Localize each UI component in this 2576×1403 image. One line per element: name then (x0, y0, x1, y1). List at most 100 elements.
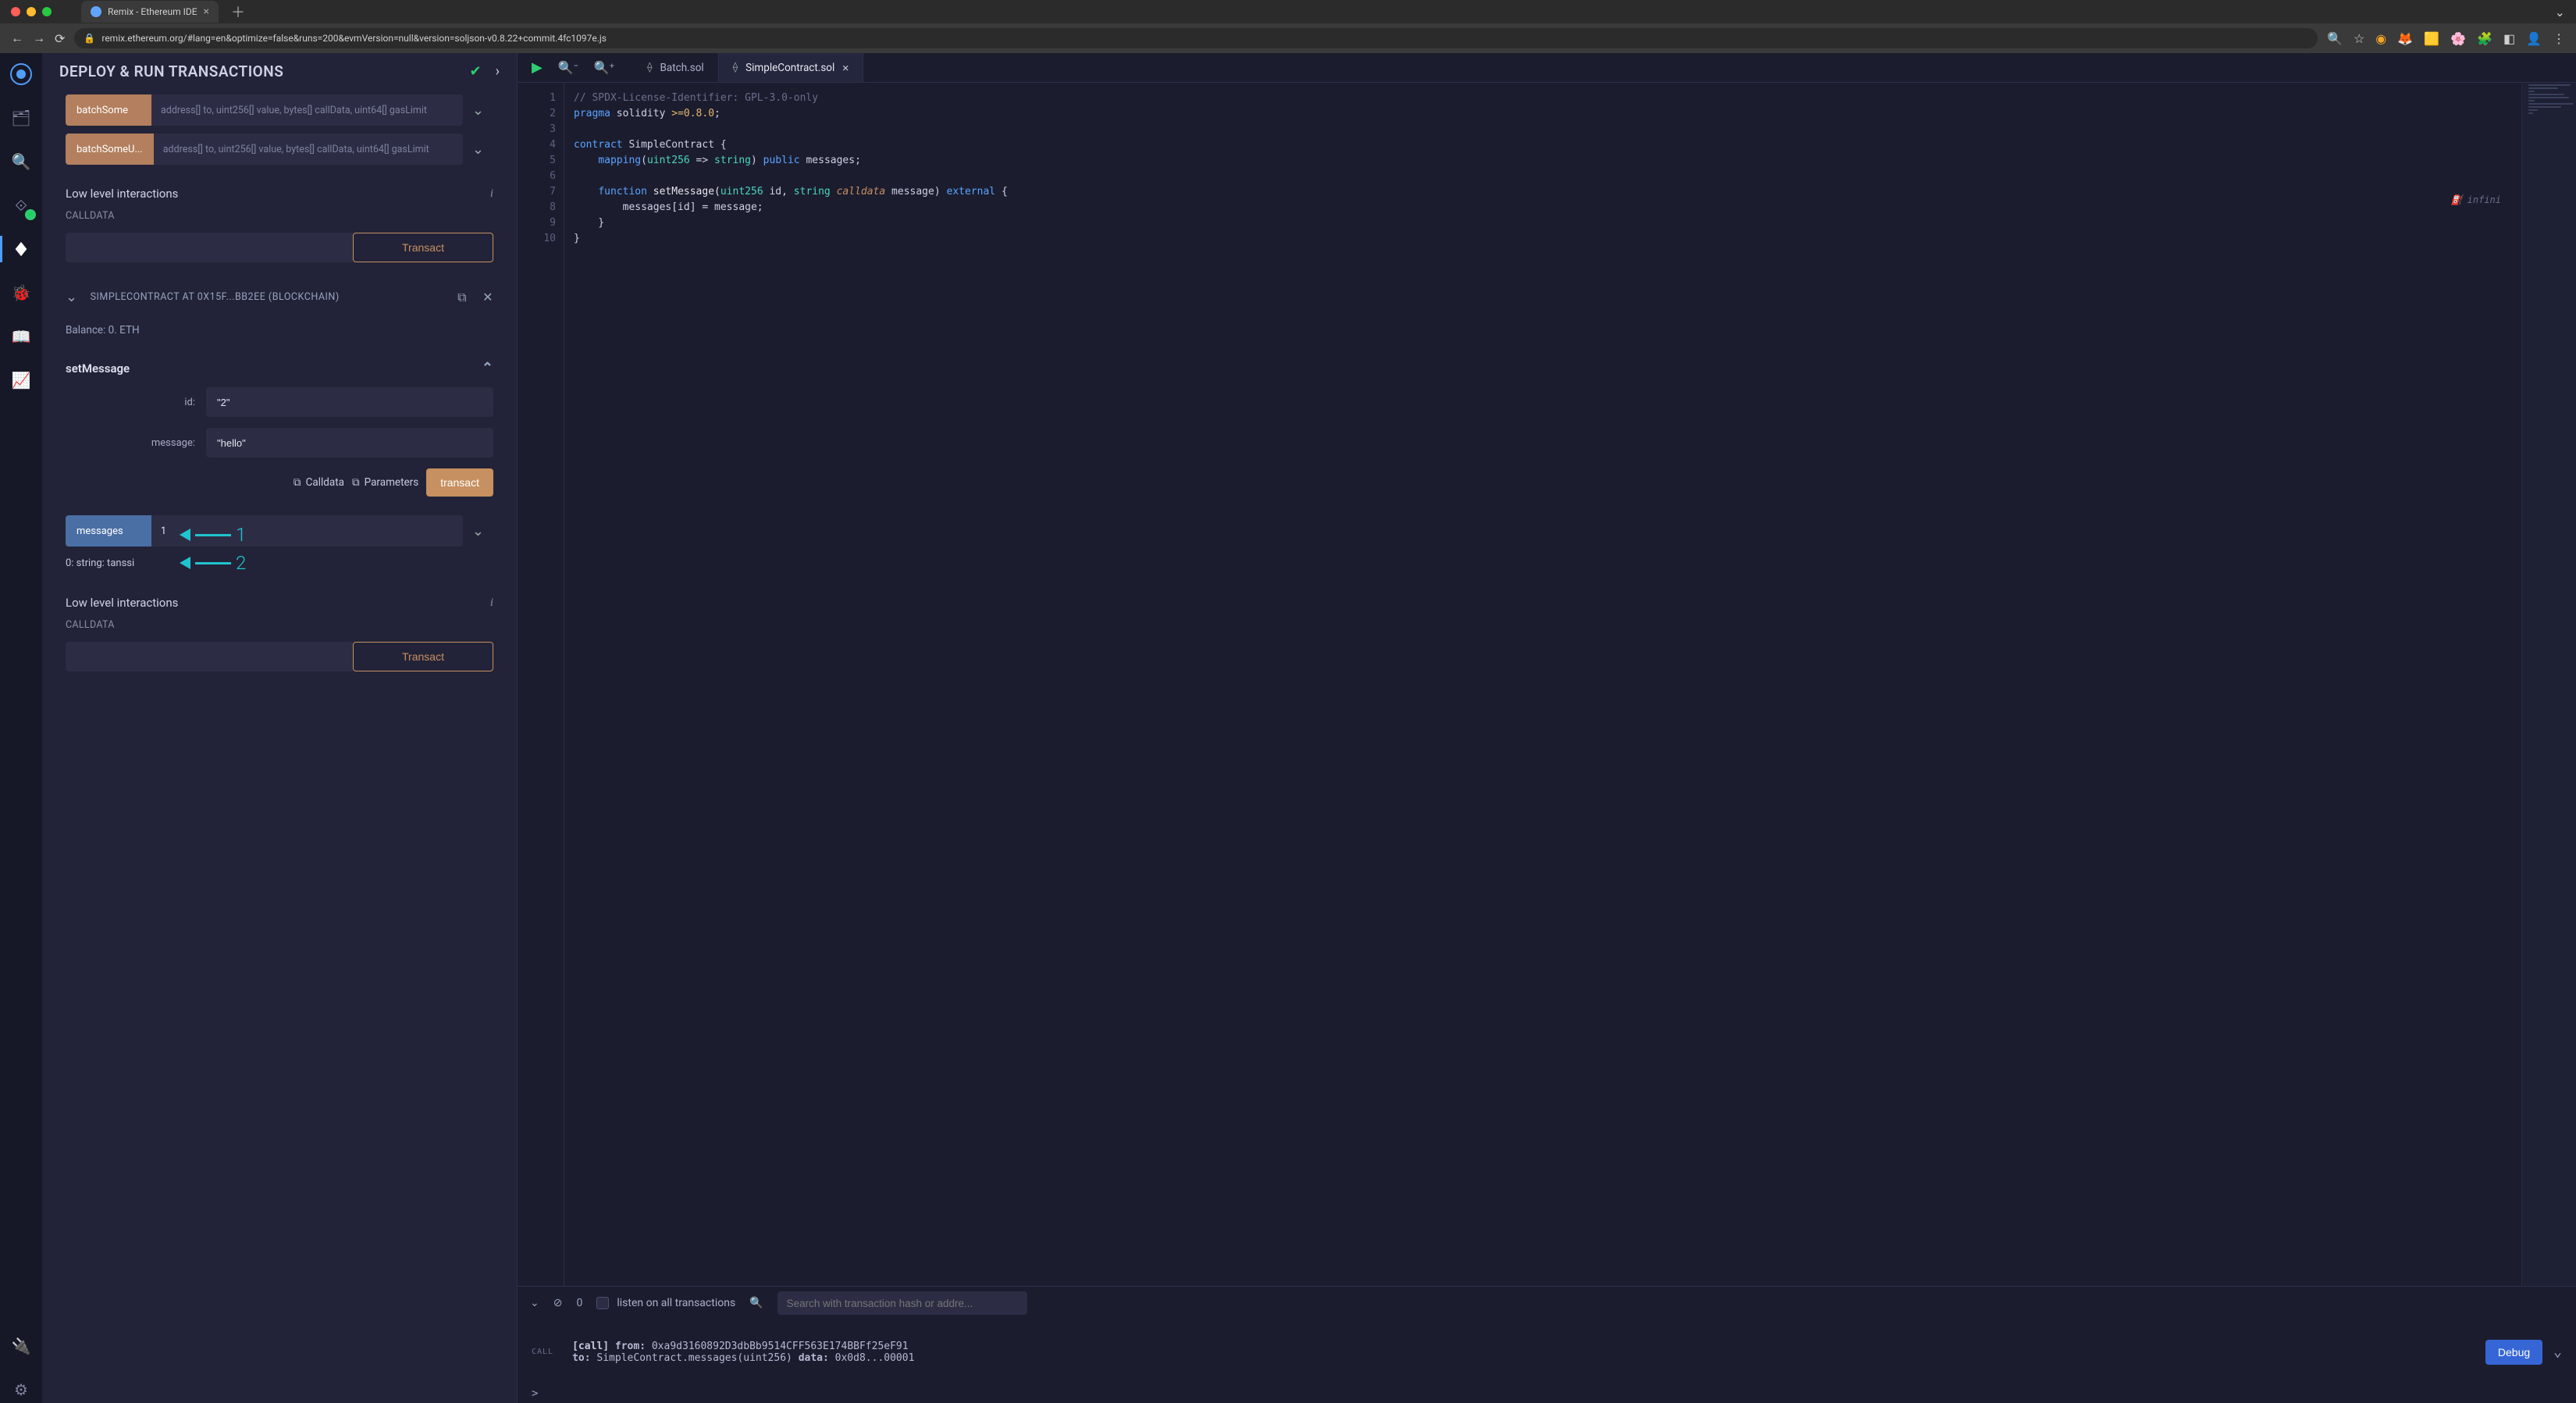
code-tok: >=0.8.0 (671, 108, 714, 119)
minimap[interactable] (2521, 83, 2576, 1286)
panel-check-icon[interactable]: ✔ (470, 63, 482, 80)
fn-messages-button[interactable]: messages (66, 515, 151, 547)
fn-batchsomeu-button[interactable]: batchSomeU... (66, 134, 154, 165)
ext4-icon[interactable]: 🌸 (2450, 31, 2466, 46)
fn-batchsome-args[interactable]: address[] to, uint256[] value, bytes[] c… (151, 94, 463, 126)
zoom-in-icon[interactable]: 🔍⁺ (594, 60, 614, 75)
code-tok: pragma (574, 108, 610, 119)
fn-batchsomeu-args[interactable]: address[] to, uint256[] value, bytes[] c… (154, 134, 463, 165)
close-icon[interactable]: × (204, 5, 209, 18)
new-tab-button[interactable]: ＋ (226, 2, 250, 22)
code-tok: uint256 (647, 155, 690, 166)
collapse-icon[interactable]: ⌄ (530, 1297, 539, 1309)
panel-body[interactable]: batchSome address[] to, uint256[] value,… (42, 87, 517, 1403)
rail-files-icon[interactable]: 🗂 (8, 105, 34, 131)
profile-icon[interactable]: 👤 (2526, 31, 2542, 46)
listen-checkbox[interactable]: listen on all transactions (596, 1297, 735, 1309)
window-close-dot[interactable] (11, 7, 20, 16)
annot-1: 1 (236, 524, 246, 546)
arrow-icon (180, 529, 190, 541)
rail-settings-icon[interactable]: ⚙ (8, 1376, 34, 1403)
nav-fwd-icon[interactable]: → (33, 30, 45, 46)
calldata-input[interactable] (66, 642, 353, 671)
terminal-toolbar: ⌄ ⊘ 0 listen on all transactions 🔍 (518, 1287, 2576, 1319)
transact-button[interactable]: transact (426, 468, 493, 497)
rail-compiler-icon[interactable]: ⟐ ✔ (8, 192, 34, 219)
terminal-search-input[interactable] (777, 1291, 1027, 1315)
calldata-input[interactable] (66, 233, 353, 262)
fn-batchsome-button[interactable]: batchSome (66, 94, 151, 126)
menu-icon[interactable]: ⋮ (2553, 31, 2565, 46)
debug-button[interactable]: Debug (2485, 1340, 2542, 1365)
search-icon[interactable]: 🔍 (749, 1297, 763, 1309)
panel-title: DEPLOY & RUN TRANSACTIONS (59, 62, 283, 80)
rail-search-icon[interactable]: 🔍 (8, 148, 34, 175)
rail-plugin-icon[interactable]: 🔌 (8, 1333, 34, 1359)
bookmark-icon[interactable]: ☆ (2354, 31, 2364, 46)
solidity-icon: ⟠ (733, 62, 738, 73)
window-min-dot[interactable] (27, 7, 36, 16)
terminal: ⌄ ⊘ 0 listen on all transactions 🔍 CALL … (518, 1286, 2576, 1403)
window-max-dot[interactable] (42, 7, 52, 16)
chevron-down-icon[interactable]: ⌄ (463, 141, 493, 158)
log-to: to: (572, 1352, 590, 1364)
copy-icon[interactable]: ⧉ (457, 290, 467, 305)
tab-simplecontract[interactable]: ⟠ SimpleContract.sol × (719, 53, 864, 82)
instance-header: ⌄ SIMPLECONTRACT AT 0X15F...BB2EE (BLOCK… (66, 289, 493, 305)
transact-button[interactable]: Transact (353, 642, 493, 671)
chevron-down-icon[interactable]: ⌄ (463, 523, 493, 539)
copy-calldata-button[interactable]: ⧉ Calldata (294, 476, 344, 489)
panel-next-icon[interactable]: › (496, 63, 500, 80)
app-root: 🗂 🔍 ⟐ ✔ 🐞 📖 📈 🔌 ⚙ DEPLOY & RUN TRANSACTI… (0, 53, 2576, 1403)
code-tok: calldata (837, 186, 886, 198)
calldata-btn-label: Calldata (306, 476, 344, 489)
code-editor[interactable]: 12345 678910 // SPDX-License-Identifier:… (518, 83, 2576, 1286)
code-tok: contract (574, 139, 623, 151)
nav-back-icon[interactable]: ← (11, 30, 23, 46)
ext3-icon[interactable]: 🟨 (2424, 31, 2439, 46)
transact-button[interactable]: Transact (353, 233, 493, 262)
rail-deploy-icon[interactable] (8, 236, 34, 262)
code-content[interactable]: // SPDX-License-Identifier: GPL-3.0-only… (564, 83, 2521, 1286)
info-icon[interactable]: i (490, 187, 493, 201)
setmessage-label: setMessage (66, 361, 130, 376)
nav-reload-icon[interactable]: ⟳ (55, 31, 65, 46)
terminal-body[interactable]: CALL [call] from: 0xa9d3160892D3dbBb9514… (518, 1319, 2576, 1384)
close-icon[interactable]: ✕ (482, 290, 493, 304)
expand-icon[interactable]: ⌄ (2553, 1344, 2562, 1360)
rail-home-icon[interactable] (8, 61, 34, 87)
chevron-down-icon[interactable]: ⌄ (463, 102, 493, 119)
chevron-down-icon[interactable]: ⌄ (66, 289, 78, 305)
terminal-prompt[interactable]: > (518, 1384, 2576, 1403)
id-input[interactable] (206, 387, 493, 417)
copy-params-button[interactable]: ⧉ Parameters (352, 476, 418, 489)
fn-batchsomeu: batchSomeU... address[] to, uint256[] va… (66, 134, 493, 165)
browser-tab-remix[interactable]: Remix - Ethereum IDE × (81, 1, 219, 23)
sidepanel-icon[interactable]: ◧ (2503, 31, 2515, 46)
rail-debugger-icon[interactable]: 🐞 (8, 280, 34, 306)
site-info-icon[interactable]: 🔒 (84, 33, 95, 44)
window-dropdown-icon[interactable]: ⌄ (2555, 5, 2565, 20)
ext1-icon[interactable]: ◉ (2375, 31, 2386, 46)
zoom-out-icon[interactable]: 🔍⁻ (558, 60, 578, 75)
code-tok: function (598, 186, 647, 198)
ext2-icon[interactable]: 🦊 (2397, 31, 2413, 46)
run-icon[interactable]: ▶ (532, 59, 543, 76)
clear-icon[interactable]: ⊘ (553, 1297, 563, 1309)
zoom-icon[interactable]: 🔍 (2327, 31, 2343, 46)
chevron-up-icon[interactable]: ⌃ (482, 360, 493, 376)
setmessage-header: setMessage ⌃ (66, 360, 493, 376)
remix-logo-icon (9, 62, 34, 87)
rail-stats-icon[interactable]: 📈 (8, 367, 34, 393)
rail-learn-icon[interactable]: 📖 (8, 323, 34, 350)
extensions-icon[interactable]: 🧩 (2477, 31, 2492, 46)
tab-batch[interactable]: ⟠ Batch.sol (633, 53, 719, 82)
terminal-log: [call] from: 0xa9d3160892D3dbBb9514CFF56… (572, 1341, 914, 1364)
close-icon[interactable]: × (842, 61, 849, 75)
address-bar[interactable]: 🔒 remix.ethereum.org/#lang=en&optimize=f… (74, 28, 2318, 48)
info-icon[interactable]: i (490, 596, 493, 610)
editor-toolbar: ▶ 🔍⁻ 🔍⁺ ⟠ Batch.sol ⟠ SimpleContract.sol… (518, 53, 2576, 83)
calldata-row-2: Transact (66, 642, 493, 671)
message-input[interactable] (206, 428, 493, 458)
listen-input[interactable] (596, 1297, 609, 1309)
